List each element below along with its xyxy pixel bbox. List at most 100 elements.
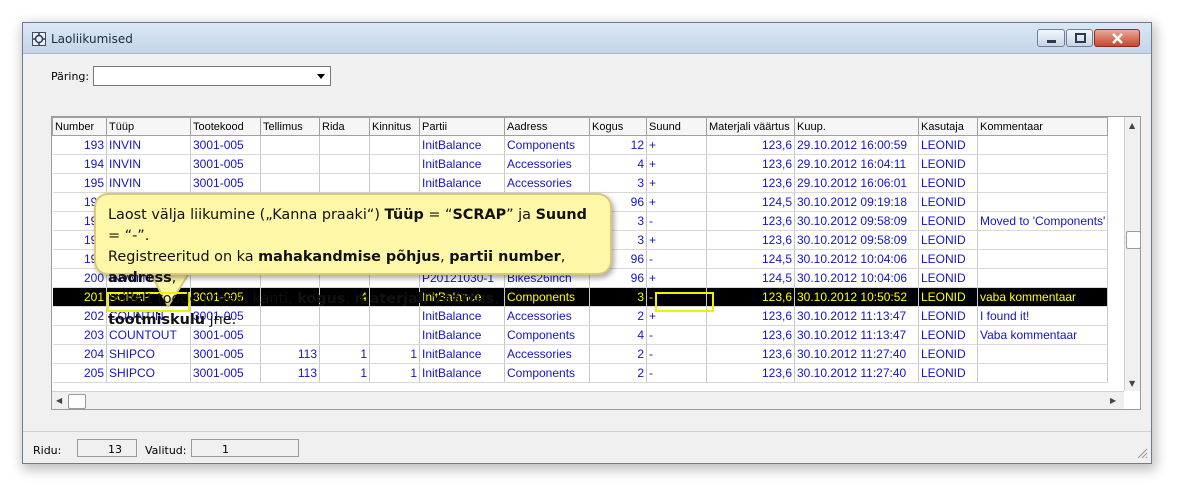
close-button[interactable] (1094, 29, 1140, 47)
column-header[interactable]: Kogus (589, 117, 647, 136)
table-cell[interactable]: 1 (369, 363, 420, 383)
table-cell[interactable]: INVIN (106, 135, 191, 155)
table-cell[interactable]: 29.10.2012 16:00:59 (794, 135, 919, 155)
column-header[interactable]: Kasutaja (918, 117, 978, 136)
table-cell[interactable]: InitBalance (419, 154, 505, 174)
table-cell[interactable]: 193 (52, 135, 107, 155)
table-cell[interactable]: 201 (52, 287, 107, 307)
table-cell[interactable]: 124,5 (706, 249, 795, 269)
table-cell[interactable]: LEONID (918, 135, 978, 155)
table-cell[interactable]: 30.10.2012 09:58:09 (794, 230, 919, 250)
table-cell[interactable]: 1 (369, 344, 420, 364)
table-cell[interactable]: 123,6 (706, 325, 795, 345)
vertical-scroll-thumb[interactable] (1126, 231, 1140, 249)
column-header[interactable]: Tellimus (260, 117, 320, 136)
table-cell[interactable]: 30.10.2012 09:19:18 (794, 192, 919, 212)
table-cell[interactable]: 2 (589, 306, 647, 326)
table-row[interactable]: 194 INVIN 3001-005 InitBalance Accessories 4 +… (52, 154, 1109, 174)
table-cell[interactable] (260, 154, 320, 174)
table-cell[interactable]: LEONID (918, 192, 978, 212)
table-cell[interactable]: LEONID (918, 287, 978, 307)
table-cell[interactable] (369, 154, 420, 174)
table-cell[interactable]: 30.10.2012 11:13:47 (794, 325, 919, 345)
table-cell[interactable]: InitBalance (419, 173, 505, 193)
table-cell[interactable]: LEONID (918, 230, 978, 250)
query-select[interactable] (93, 66, 331, 86)
table-cell[interactable]: 123,6 (706, 135, 795, 155)
table-cell[interactable]: 195 (52, 173, 107, 193)
table-cell[interactable]: 30.10.2012 11:27:40 (794, 344, 919, 364)
table-cell[interactable]: 2 (589, 363, 647, 383)
scroll-right-icon[interactable]: ▶ (1110, 396, 1116, 405)
table-cell[interactable] (977, 363, 1109, 383)
table-cell[interactable] (977, 173, 1109, 193)
column-header[interactable]: Kinnitus (369, 117, 420, 136)
column-header[interactable]: Kuup. (794, 117, 919, 136)
column-header[interactable]: Partii (419, 117, 505, 136)
table-cell[interactable] (977, 192, 1109, 212)
table-cell[interactable]: 123,6 (706, 173, 795, 193)
table-cell[interactable]: 204 (52, 344, 107, 364)
table-cell[interactable] (977, 154, 1109, 174)
table-cell[interactable]: + (646, 173, 707, 193)
table-cell[interactable]: InitBalance (419, 363, 505, 383)
table-cell[interactable]: 124,5 (706, 268, 795, 288)
column-header[interactable]: Tootekood (190, 117, 261, 136)
table-cell[interactable]: 30.10.2012 11:13:47 (794, 306, 919, 326)
table-row[interactable]: 193 INVIN 3001-005 InitBalance Components 12 +… (52, 135, 1109, 155)
table-cell[interactable]: 1 (319, 363, 370, 383)
table-cell[interactable]: 3 (589, 173, 647, 193)
column-header[interactable]: Number (52, 117, 107, 136)
resize-grip-icon[interactable] (1136, 447, 1148, 459)
table-cell[interactable]: 113 (260, 363, 320, 383)
table-cell[interactable]: 4 (589, 325, 647, 345)
table-cell[interactable]: 202 (52, 306, 107, 326)
table-cell[interactable]: SHIPCO (106, 344, 191, 364)
table-cell[interactable] (977, 268, 1109, 288)
table-cell[interactable]: 3001-005 (190, 173, 261, 193)
scroll-up-icon[interactable]: ▲ (1129, 121, 1135, 130)
table-cell[interactable]: + (646, 268, 707, 288)
table-cell[interactable]: INVIN (106, 173, 191, 193)
table-cell[interactable]: 3 (589, 287, 647, 307)
table-cell[interactable]: - (646, 344, 707, 364)
table-cell[interactable]: InitBalance (419, 135, 505, 155)
table-cell[interactable]: LEONID (918, 211, 978, 231)
dropdown-arrow-icon[interactable] (313, 68, 329, 84)
table-cell[interactable]: 3001-005 (190, 135, 261, 155)
table-cell[interactable]: + (646, 230, 707, 250)
table-cell[interactable] (319, 173, 370, 193)
table-cell[interactable] (369, 135, 420, 155)
table-cell[interactable]: 3001-005 (190, 154, 261, 174)
table-cell[interactable] (260, 135, 320, 155)
table-cell[interactable] (319, 154, 370, 174)
table-cell[interactable]: LEONID (918, 325, 978, 345)
table-cell[interactable] (260, 173, 320, 193)
table-cell[interactable]: InitBalance (419, 344, 505, 364)
table-cell[interactable]: 30.10.2012 10:04:06 (794, 268, 919, 288)
table-cell[interactable]: - (646, 325, 707, 345)
table-cell[interactable]: Components (504, 363, 590, 383)
table-cell[interactable]: 123,6 (706, 154, 795, 174)
table-cell[interactable]: 205 (52, 363, 107, 383)
table-cell[interactable]: - (646, 211, 707, 231)
table-cell[interactable]: 30.10.2012 09:58:09 (794, 211, 919, 231)
table-cell[interactable]: LEONID (918, 344, 978, 364)
table-cell[interactable]: - (646, 249, 707, 269)
table-cell[interactable]: I found it! (977, 306, 1109, 326)
scroll-left-icon[interactable]: ◀ (56, 396, 62, 405)
table-cell[interactable]: Accessories (504, 344, 590, 364)
table-cell[interactable]: 123,6 (706, 287, 795, 307)
table-cell[interactable] (977, 230, 1109, 250)
table-cell[interactable]: 123,6 (706, 230, 795, 250)
vertical-scrollbar[interactable]: ▲ ▼ (1124, 117, 1140, 391)
table-cell[interactable]: Components (504, 135, 590, 155)
table-cell[interactable]: - (646, 363, 707, 383)
table-cell[interactable]: 1 (319, 344, 370, 364)
table-cell[interactable]: LEONID (918, 268, 978, 288)
table-cell[interactable]: LEONID (918, 249, 978, 269)
table-cell[interactable]: 113 (260, 344, 320, 364)
column-header[interactable]: Suund (646, 117, 707, 136)
column-header[interactable]: Rida (319, 117, 370, 136)
table-cell[interactable] (977, 249, 1109, 269)
